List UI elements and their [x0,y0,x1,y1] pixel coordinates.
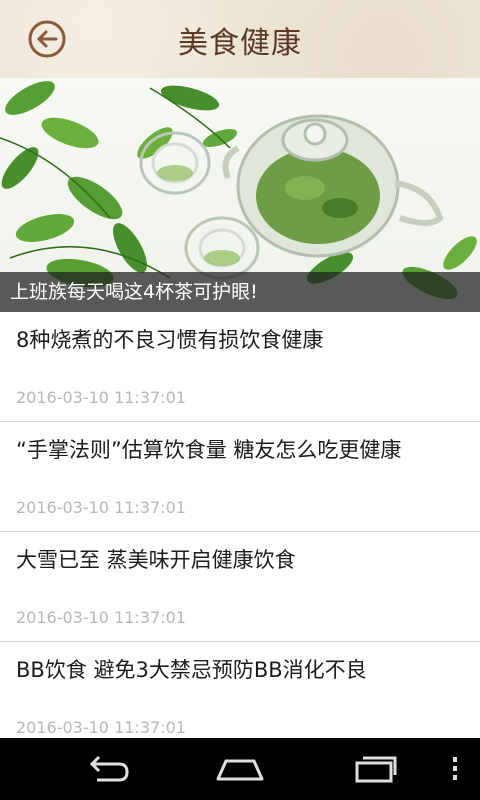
news-timestamp: 2016-03-10 11:37:01 [16,608,186,627]
android-menu-icon [453,757,457,780]
android-home-icon [216,759,264,781]
hero-banner[interactable]: 上班族每天喝这4杯茶可护眼! [0,78,480,312]
system-recents-button[interactable] [338,738,412,800]
system-menu-button[interactable] [440,738,470,800]
list-item[interactable]: 大雪已至 蒸美味开启健康饮食 2016-03-10 11:37:01 [0,532,480,642]
news-title: “手掌法则”估算饮食量 糖友怎么吃更健康 [16,438,402,462]
list-item[interactable]: 8种烧煮的不良习惯有损饮食健康 2016-03-10 11:37:01 [0,312,480,422]
page-title: 美食健康 [178,26,302,61]
app-header: 美食健康 [0,0,480,79]
system-home-button[interactable] [202,738,278,800]
android-recents-icon [355,756,397,783]
news-timestamp: 2016-03-10 11:37:01 [16,388,186,407]
news-list: 8种烧煮的不良习惯有损饮食健康 2016-03-10 11:37:01 “手掌法… [0,312,480,738]
news-title: BB饮食 避免3大禁忌预防BB消化不良 [16,658,367,682]
hero-caption: 上班族每天喝这4杯茶可护眼! [0,272,480,312]
list-item[interactable]: BB饮食 避免3大禁忌预防BB消化不良 2016-03-10 11:37:01 [0,642,480,738]
android-back-icon [89,755,129,782]
news-title: 8种烧煮的不良习惯有损饮食健康 [16,328,324,352]
news-title: 大雪已至 蒸美味开启健康饮食 [16,548,296,572]
system-nav-bar [0,738,480,800]
system-back-button[interactable] [70,738,144,800]
news-timestamp: 2016-03-10 11:37:01 [16,498,186,517]
list-item[interactable]: “手掌法则”估算饮食量 糖友怎么吃更健康 2016-03-10 11:37:01 [0,422,480,532]
news-timestamp: 2016-03-10 11:37:01 [16,718,186,737]
